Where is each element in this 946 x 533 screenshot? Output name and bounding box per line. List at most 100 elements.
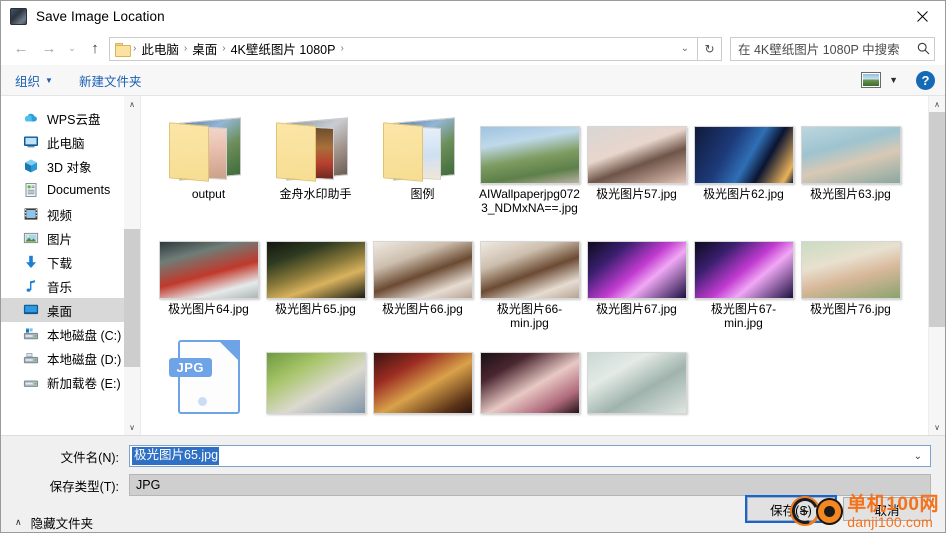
documents-icon [23,182,39,198]
sidebar-item-videos[interactable]: 视频 [1,202,140,226]
file-scrollbar-thumb[interactable] [928,112,945,327]
file-item[interactable]: JPG [155,338,262,435]
breadcrumb-item-0[interactable]: 此电脑 [137,39,183,58]
view-mode-icon[interactable] [861,72,882,88]
organize-label: 组织 [15,74,41,89]
image-thumbnail [800,126,901,184]
filename-value[interactable]: 极光图片65.jpg [132,447,220,465]
file-item[interactable]: 极光图片63.jpg [797,108,904,215]
folder-icon [274,117,358,184]
image-thumbnail [372,352,473,414]
image-thumbnail [693,241,794,299]
file-thumbnail [372,338,473,414]
file-item[interactable]: 极光图片64.jpg [155,223,262,330]
folder-front [275,122,316,182]
forward-button[interactable]: → [35,36,63,62]
sidebar-item-this-pc[interactable]: 此电脑 [1,130,140,154]
sidebar-item-label: 本地磁盘 (C:) [47,328,122,343]
file-item[interactable]: 极光图片65.jpg [262,223,369,330]
file-thumbnail [800,223,901,299]
image-thumbnail [479,126,580,184]
sidebar-item-3d-objects[interactable]: 3D 对象 [1,154,140,178]
search-icon [917,42,930,55]
view-options: ▼ ? [861,70,935,90]
sidebar-item-label: 本地磁盘 (D:) [47,352,122,367]
file-list-pane[interactable]: output 金舟水印助手 图例 AIWallpaperjpg0723_NDMxNA=… [140,96,945,435]
drive-icon [23,374,39,390]
filename-row: 文件名(N): 极光图片65.jpg ⌄ [1,445,945,467]
recent-locations-dropdown[interactable]: ⌄ [63,36,81,62]
breadcrumb-item-2[interactable]: 4K壁纸图片 1080P [227,39,340,58]
file-item[interactable]: 极光图片76.jpg [797,223,904,330]
sidebar-item-downloads[interactable]: 下载 [1,250,140,274]
refresh-button[interactable]: ↻ [698,36,722,61]
filename-input[interactable]: 极光图片65.jpg ⌄ [129,445,931,467]
file-name-label: 极光图片76.jpg [810,302,891,316]
close-window-button[interactable] [899,1,945,32]
organize-button[interactable]: 组织 ▼ [15,71,53,90]
scroll-down-arrow-icon[interactable]: ∨ [929,419,946,435]
downloads-icon [23,254,39,270]
scroll-down-arrow-icon[interactable]: ∨ [124,419,140,435]
file-item[interactable]: 极光图片62.jpg [690,108,797,215]
sidebar-item-wps-cloud[interactable]: WPS云盘 [1,106,140,130]
sidebar-item-local-disk-d[interactable]: 本地磁盘 (D:) [1,346,140,370]
sidebar-item-desktop[interactable]: 桌面 [1,298,140,322]
file-item[interactable]: 极光图片57.jpg [583,108,690,215]
file-item[interactable]: output [155,108,262,215]
file-name-label: 极光图片67.jpg [596,302,677,316]
file-grid[interactable]: output 金舟水印助手 图例 AIWallpaperjpg0723_NDMxNA=… [141,96,928,435]
sidebar-item-documents[interactable]: Documents [1,178,140,202]
file-item[interactable]: 极光图片67-min.jpg [690,223,797,330]
file-list-scrollbar[interactable]: ∧ ∨ [928,96,945,435]
sidebar-item-music[interactable]: 音乐 [1,274,140,298]
file-thumbnail [373,108,473,184]
file-item[interactable] [262,338,369,435]
view-mode-dropdown[interactable]: ▼ [883,75,908,85]
file-name-label: 极光图片57.jpg [596,187,677,201]
file-name-label: 金舟水印助手 [279,187,352,201]
file-item[interactable] [476,338,583,435]
new-folder-button[interactable]: 新建文件夹 [79,71,142,90]
breadcrumb-item-1[interactable]: 桌面 [188,39,221,58]
file-item[interactable] [369,338,476,435]
scroll-up-arrow-icon[interactable]: ∧ [929,96,946,112]
back-button[interactable]: ← [7,36,35,62]
save-button[interactable]: 保存(S) [745,495,837,523]
help-button[interactable]: ? [916,70,935,90]
file-scrollbar-track[interactable] [928,112,945,419]
file-item[interactable] [583,338,690,435]
scroll-up-arrow-icon[interactable]: ∧ [124,96,140,112]
file-item[interactable]: 图例 [369,108,476,215]
sidebar-item-new-volume-e[interactable]: 新加载卷 (E:) [1,370,140,394]
thumb-dot [197,397,207,406]
folder-icon [167,117,251,184]
breadcrumb[interactable]: › 此电脑 › 桌面 › 4K壁纸图片 1080P › ⌄ [109,36,698,61]
sidebar-scrollbar[interactable]: ∧ ∨ [124,96,140,435]
file-item[interactable]: 极光图片67.jpg [583,223,690,330]
file-item[interactable]: 金舟水印助手 [262,108,369,215]
file-name-label: 图例 [410,187,435,201]
folder-front [168,122,209,182]
file-thumbnail [265,223,366,299]
chevron-down-icon[interactable]: ⌄ [677,43,695,54]
drive-icon [23,350,39,366]
file-item[interactable]: AIWallpaperjpg0723_NDMxNA==.jpg [476,108,583,215]
page-fold [217,340,240,362]
folder-icon [115,42,131,57]
chevron-down-icon[interactable]: ⌄ [908,451,928,462]
image-thumbnail [158,241,259,299]
sidebar-item-label: 新加载卷 (E:) [47,376,121,391]
file-item[interactable]: 极光图片66-min.jpg [476,223,583,330]
sidebar-scrollbar-track[interactable] [124,112,140,419]
file-item[interactable]: 极光图片66.jpg [369,223,476,330]
sidebar-item-local-disk-c[interactable]: 本地磁盘 (C:) [1,322,140,346]
search-input[interactable]: 在 4K壁纸图片 1080P 中搜索 [730,36,935,61]
file-thumbnail [265,338,366,414]
sidebar-scrollbar-thumb[interactable] [124,228,140,367]
savetype-select[interactable]: JPG [129,474,931,496]
cancel-button[interactable]: 取消 [843,497,931,521]
up-button[interactable]: ↑ [81,36,109,62]
sidebar-item-pictures[interactable]: 图片 [1,226,140,250]
desktop-icon [23,302,39,318]
